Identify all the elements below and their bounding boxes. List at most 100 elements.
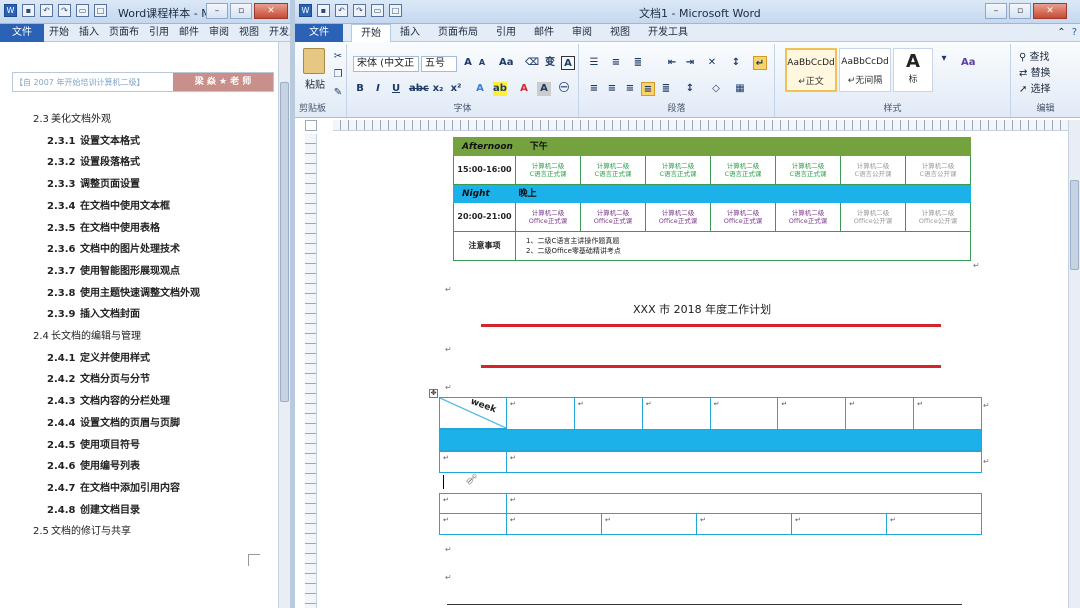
horizontal-ruler[interactable] bbox=[333, 120, 1080, 131]
plan2-row2-cell[interactable]: ↵ bbox=[886, 513, 982, 535]
tab-insert[interactable]: 插入 bbox=[74, 24, 104, 42]
grow-font-icon[interactable]: A bbox=[461, 56, 475, 70]
plan-header-cell[interactable]: ↵ bbox=[913, 397, 982, 430]
toc-item[interactable]: 2.3.9 插入文档封面 bbox=[47, 305, 140, 320]
toc-item[interactable]: 2.4.5 使用项目符号 bbox=[47, 436, 140, 451]
tab-mailings[interactable]: 邮件 bbox=[525, 24, 563, 42]
find-button[interactable]: ⚲ 查找 bbox=[1019, 48, 1050, 63]
left-vertical-scrollbar[interactable] bbox=[278, 42, 290, 608]
clear-format-icon[interactable]: ⌫ bbox=[525, 56, 539, 70]
font-color-icon[interactable]: A bbox=[517, 82, 531, 96]
redo-icon[interactable]: ↷ bbox=[58, 4, 71, 17]
underline-icon[interactable]: U bbox=[389, 82, 403, 96]
italic-icon[interactable]: I bbox=[371, 82, 385, 96]
tab-file[interactable]: 文件 bbox=[295, 23, 343, 42]
plan-row-cell[interactable]: ↵ bbox=[506, 451, 982, 473]
plan-header-cell[interactable]: ↵ bbox=[573, 397, 643, 430]
multilevel-list-icon[interactable]: ≣ bbox=[631, 56, 645, 70]
tab-home[interactable]: 开始 bbox=[351, 23, 391, 42]
toc-item[interactable]: 2.4 长文档的编辑与管理 bbox=[33, 327, 141, 342]
plan2-row2-cell[interactable]: ↵ bbox=[506, 513, 602, 535]
open-icon[interactable]: ▭ bbox=[371, 4, 384, 17]
toc-item[interactable]: 2.3 美化文档外观 bbox=[33, 110, 111, 125]
style-heading[interactable]: A 标 bbox=[893, 48, 933, 92]
redo-icon[interactable]: ↷ bbox=[353, 4, 366, 17]
font-name-select[interactable]: 宋体 (中文正 bbox=[353, 56, 419, 72]
schedule-table[interactable]: Afternoon 下午 15:00-16:00 计算机二级 C语言正式课 计算机二… bbox=[453, 137, 971, 261]
toc-item[interactable]: 2.4.2 文档分页与分节 bbox=[47, 370, 150, 385]
align-right-icon[interactable]: ≡ bbox=[623, 82, 637, 96]
tab-mailings[interactable]: 邮件 bbox=[174, 24, 204, 42]
help-icon[interactable]: ? bbox=[1069, 24, 1080, 42]
toc-item[interactable]: 2.4.8 创建文档目录 bbox=[47, 501, 140, 516]
phonetic-guide-icon[interactable]: 变 bbox=[543, 56, 557, 70]
plan2-row2-cell[interactable]: ↵ bbox=[696, 513, 792, 535]
select-button[interactable]: ➚ 选择 bbox=[1019, 80, 1051, 95]
toc-item[interactable]: 2.4.4 设置文档的页眉与页脚 bbox=[47, 414, 180, 429]
right-vertical-scrollbar[interactable] bbox=[1068, 120, 1080, 608]
plan-table-2[interactable]: ↵ ↵ ↵ ↵ ↵ ↵ ↵ ↵ bbox=[439, 493, 982, 535]
change-case-icon[interactable]: Aa bbox=[499, 56, 514, 70]
table-move-handle-icon[interactable]: ✥ bbox=[429, 389, 438, 398]
toc-item[interactable]: 2.4.3 文档内容的分栏处理 bbox=[47, 392, 170, 407]
plan-header-cell[interactable]: ↵ bbox=[845, 397, 915, 430]
tab-page-layout[interactable]: 页面布局 bbox=[429, 24, 487, 42]
tab-view[interactable]: 视图 bbox=[234, 24, 264, 42]
text-effects-icon[interactable]: A bbox=[473, 82, 487, 96]
change-styles-icon[interactable]: Aa bbox=[961, 56, 976, 70]
chinese-layout-icon[interactable]: ✕ bbox=[705, 56, 719, 70]
shading-icon[interactable]: ◇ bbox=[709, 82, 723, 96]
increase-indent-icon[interactable]: ⇥ bbox=[683, 56, 697, 70]
close-button[interactable]: ✕ bbox=[1033, 3, 1067, 19]
toc-item[interactable]: 2.3.1 设置文本格式 bbox=[47, 132, 140, 147]
word-app-icon[interactable]: W bbox=[299, 4, 312, 17]
char-border-icon[interactable]: A bbox=[561, 56, 575, 70]
highlight-icon[interactable]: ab bbox=[493, 82, 507, 96]
style-normal[interactable]: AaBbCcDd ↵正文 bbox=[785, 48, 837, 92]
tab-view[interactable]: 视图 bbox=[601, 24, 639, 42]
paste-button[interactable]: 粘贴 bbox=[305, 76, 325, 91]
plan-table[interactable]: week ↵ ↵ ↵ ↵ ↵ ↵ ↵ ↵ ↵ bbox=[439, 397, 982, 473]
sort-icon[interactable]: ↕ bbox=[729, 56, 743, 70]
right-scroll-thumb[interactable] bbox=[1070, 180, 1079, 270]
plan-header-cell[interactable]: ↵ bbox=[709, 397, 779, 430]
tab-review[interactable]: 审阅 bbox=[204, 24, 234, 42]
tab-home[interactable]: 开始 bbox=[44, 24, 74, 42]
toc-item[interactable]: 2.4.6 使用编号列表 bbox=[47, 457, 140, 472]
maximize-button[interactable]: ▫ bbox=[230, 3, 252, 19]
toc-item[interactable]: 2.4.1 定义并使用样式 bbox=[47, 349, 150, 364]
tab-developer[interactable]: 开发工 bbox=[264, 24, 290, 42]
plan2-row2-label[interactable]: ↵ bbox=[439, 513, 507, 535]
superscript-icon[interactable]: x² bbox=[449, 82, 463, 96]
vertical-ruler[interactable] bbox=[305, 134, 317, 608]
minimize-button[interactable]: – bbox=[206, 3, 228, 19]
collapse-ribbon-icon[interactable]: ⌃ bbox=[1054, 24, 1068, 42]
document-heading[interactable]: XXX 市 2018 年度工作计划 bbox=[633, 301, 771, 317]
toc-item[interactable]: 2.3.2 设置段落格式 bbox=[47, 153, 140, 168]
align-left-icon[interactable]: ≡ bbox=[587, 82, 601, 96]
new-doc-icon[interactable]: □ bbox=[389, 4, 402, 17]
tab-developer[interactable]: 开发工具 bbox=[639, 24, 697, 42]
borders-icon[interactable]: ▦ bbox=[733, 82, 747, 96]
plan-header-cell[interactable]: ↵ bbox=[641, 397, 711, 430]
week-corner-cell[interactable]: week bbox=[439, 397, 507, 429]
enclose-char-icon[interactable]: ㊀ bbox=[557, 82, 571, 96]
left-scroll-thumb[interactable] bbox=[280, 82, 289, 402]
plan2-row1-cell[interactable]: ↵ bbox=[506, 493, 982, 514]
tab-references[interactable]: 引用 bbox=[487, 24, 525, 42]
save-icon[interactable]: ▪ bbox=[317, 4, 330, 17]
distributed-icon[interactable]: ≣ bbox=[659, 82, 673, 96]
ruler-toggle-icon[interactable] bbox=[305, 120, 317, 131]
show-marks-icon[interactable]: ↵ bbox=[753, 56, 767, 70]
undo-icon[interactable]: ↶ bbox=[335, 4, 348, 17]
strikethrough-icon[interactable]: abc bbox=[409, 82, 429, 96]
minimize-button[interactable]: – bbox=[985, 3, 1007, 19]
plan2-row2-cell[interactable]: ↵ bbox=[791, 513, 887, 535]
copy-icon[interactable]: ❐ bbox=[331, 68, 345, 82]
subscript-icon[interactable]: x₂ bbox=[431, 82, 445, 96]
style-no-spacing[interactable]: AaBbCcDd ↵无间隔 bbox=[839, 48, 891, 92]
document-page[interactable]: Afternoon 下午 15:00-16:00 计算机二级 C语言正式课 计算机二… bbox=[333, 133, 1068, 608]
save-icon[interactable]: ▪ bbox=[22, 4, 35, 17]
toc-item[interactable]: 2.3.7 使用智能图形展现观点 bbox=[47, 262, 180, 277]
styles-more-icon[interactable]: ▾ bbox=[937, 52, 951, 66]
